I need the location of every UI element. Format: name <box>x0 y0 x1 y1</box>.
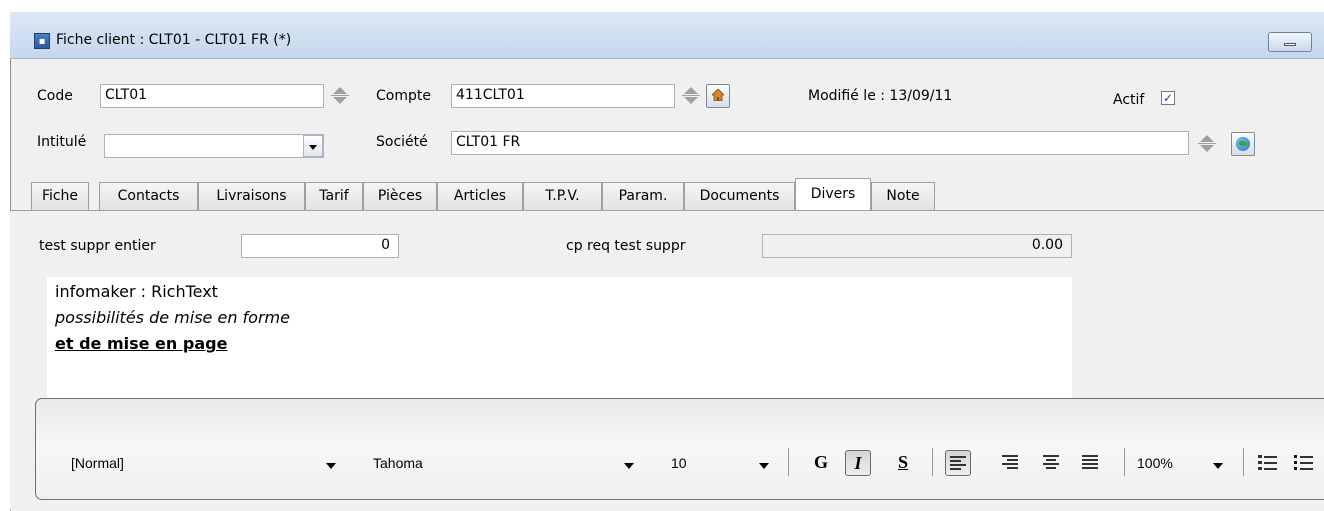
tab-contacts[interactable]: Contacts <box>99 182 198 210</box>
font-dropdown-caret-icon[interactable] <box>624 463 634 469</box>
font-select[interactable]: Tahoma <box>373 455 423 471</box>
tab-note[interactable]: Note <box>871 182 935 210</box>
cp-req-test-suppr-label: cp req test suppr <box>566 238 686 254</box>
align-center-icon[interactable] <box>1043 455 1059 469</box>
style-select[interactable]: [Normal] <box>71 455 124 471</box>
tab-pieces[interactable]: Pièces <box>363 182 437 210</box>
tab-fiche[interactable]: Fiche <box>31 182 89 210</box>
tab-bar: Fiche Contacts Livraisons Tarif Pièces A… <box>10 178 1324 211</box>
bullet-list-icon[interactable] <box>1294 454 1314 472</box>
zoom-select[interactable]: 100% <box>1137 455 1173 471</box>
code-label: Code <box>37 88 73 104</box>
tab-tpv[interactable]: T.P.V. <box>523 182 602 210</box>
richtext-line-3: et de mise en page <box>55 334 228 353</box>
modified-date: Modifié le : 13/09/11 <box>808 88 953 104</box>
richtext-editor[interactable]: infomaker : RichText possibilités de mis… <box>47 277 1072 402</box>
societe-field[interactable]: CLT01 FR <box>451 131 1189 155</box>
compte-home-button[interactable] <box>706 84 730 108</box>
cp-req-test-suppr-field: 0.00 <box>762 234 1072 258</box>
richtext-line-1: infomaker : RichText <box>55 282 218 301</box>
code-field[interactable]: CLT01 <box>100 84 324 108</box>
actif-checkbox[interactable]: ✓ <box>1161 91 1175 105</box>
home-icon <box>712 89 724 101</box>
societe-label: Société <box>376 134 428 150</box>
compte-spinner[interactable] <box>681 84 701 108</box>
align-right-icon[interactable] <box>1002 455 1018 469</box>
test-suppr-entier-label: test suppr entier <box>39 238 156 254</box>
client-card-icon: ▪ <box>34 33 50 49</box>
tab-articles[interactable]: Articles <box>437 182 523 210</box>
size-dropdown-caret-icon[interactable] <box>759 463 769 469</box>
societe-spinner[interactable] <box>1197 132 1217 156</box>
code-spinner[interactable] <box>330 84 350 108</box>
italic-button[interactable]: I <box>845 450 871 476</box>
window-title: Fiche client : CLT01 - CLT01 FR (*) <box>56 32 292 48</box>
title-bar: ▪ Fiche client : CLT01 - CLT01 FR (*) <box>10 12 1324 59</box>
tab-param[interactable]: Param. <box>602 182 684 210</box>
intitule-label: Intitulé <box>37 134 87 150</box>
tab-tarif[interactable]: Tarif <box>305 182 363 210</box>
formatting-toolbar <box>35 398 1324 500</box>
toolbar-separator <box>932 448 933 476</box>
align-left-icon <box>950 456 966 470</box>
align-justify-icon[interactable] <box>1082 455 1098 469</box>
font-size-select[interactable]: 10 <box>671 455 687 471</box>
bold-button[interactable]: G <box>808 450 834 476</box>
toolbar-separator <box>1124 448 1125 476</box>
actif-label: Actif <box>1113 92 1145 108</box>
test-suppr-entier-field[interactable]: 0 <box>241 234 399 258</box>
underline-button[interactable]: S <box>890 450 916 476</box>
style-dropdown-caret-icon[interactable] <box>326 463 336 469</box>
tab-documents[interactable]: Documents <box>684 182 795 210</box>
societe-web-button[interactable] <box>1231 132 1255 156</box>
tab-livraisons[interactable]: Livraisons <box>198 182 305 210</box>
compte-field[interactable]: 411CLT01 <box>451 84 675 108</box>
toolbar-separator <box>1243 448 1244 476</box>
numbered-list-icon[interactable] <box>1258 454 1278 472</box>
compte-label: Compte <box>376 88 431 104</box>
tab-divers[interactable]: Divers <box>795 178 871 211</box>
richtext-line-2: possibilités de mise en forme <box>55 308 290 327</box>
align-left-button[interactable] <box>945 450 971 476</box>
minimize-icon <box>1284 43 1296 46</box>
toolbar-separator <box>788 448 789 476</box>
globe-icon <box>1236 137 1250 151</box>
intitule-dropdown-button[interactable] <box>303 135 323 157</box>
minimize-button[interactable] <box>1268 32 1312 52</box>
zoom-dropdown-caret-icon[interactable] <box>1213 463 1223 469</box>
intitule-select[interactable] <box>104 134 324 158</box>
